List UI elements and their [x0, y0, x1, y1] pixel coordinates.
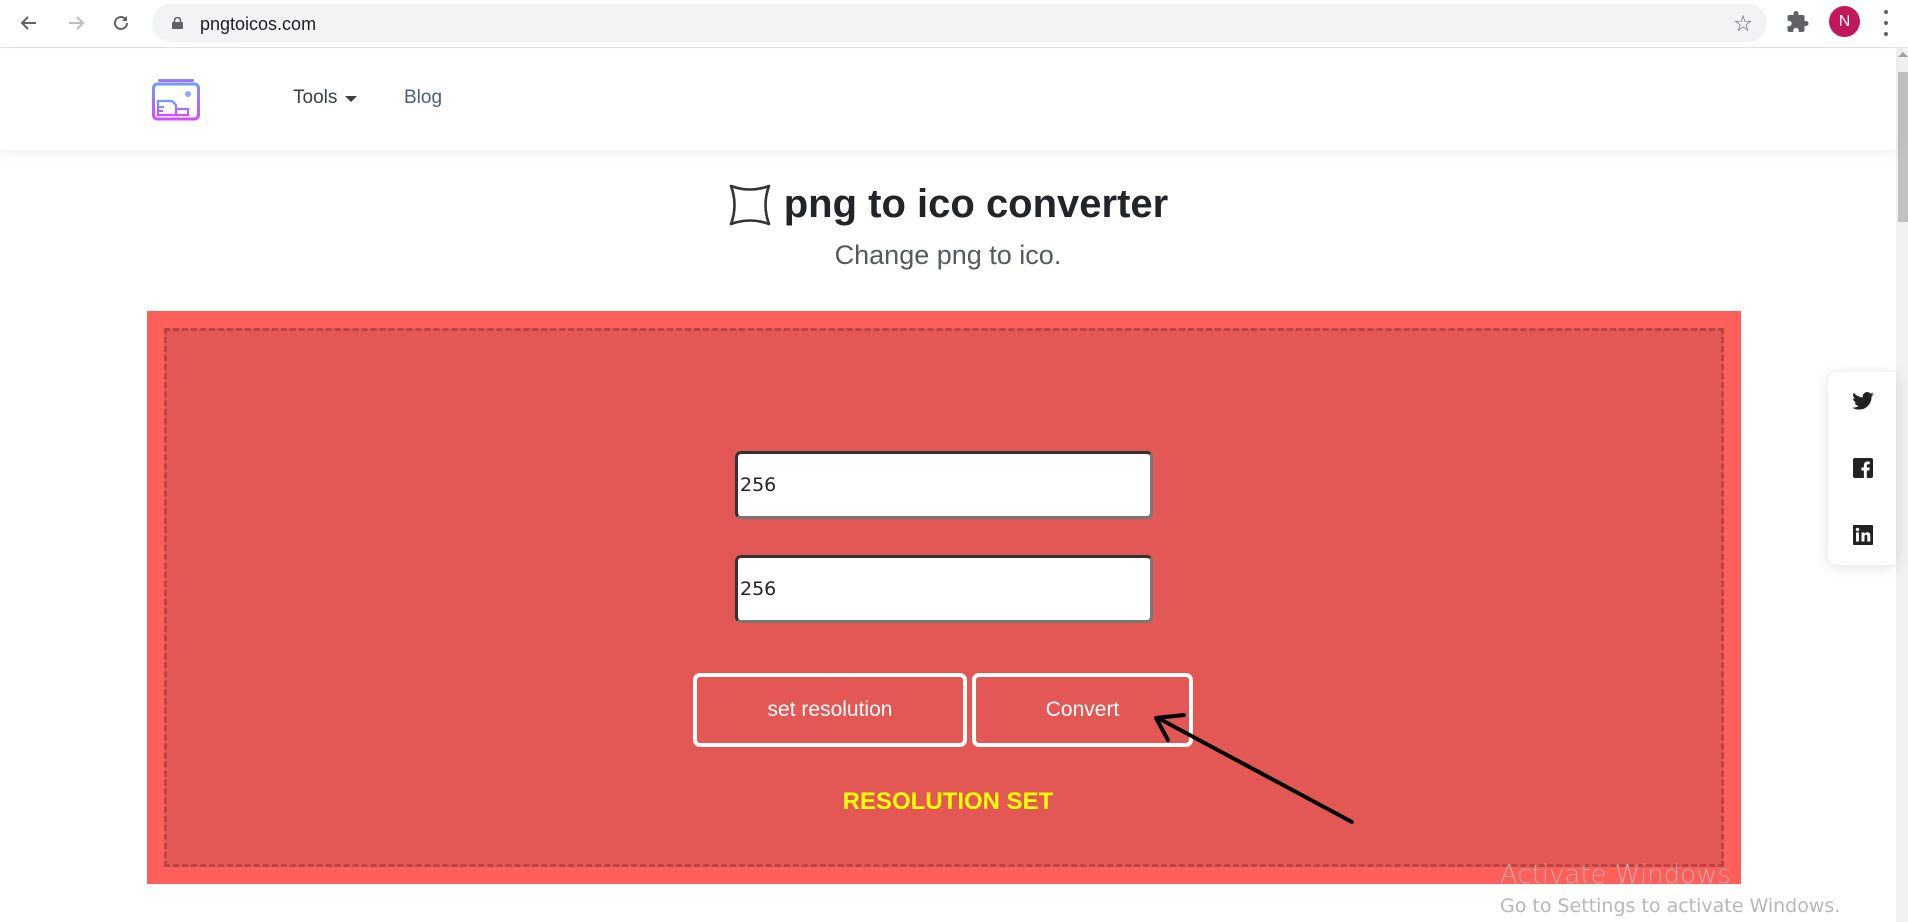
linkedin-icon[interactable] — [1852, 524, 1874, 546]
address-bar[interactable]: pngtoicos.com ☆ — [152, 4, 1767, 42]
lock-icon — [172, 17, 183, 29]
ico-shape-icon — [729, 184, 771, 225]
width-input[interactable] — [735, 451, 1153, 519]
profile-initial: N — [1838, 12, 1851, 30]
site-logo-icon[interactable] — [152, 79, 200, 121]
nav-tools-dropdown[interactable]: Tools — [293, 87, 358, 109]
nav-tools-label: Tools — [293, 87, 338, 108]
menu-icon[interactable] — [1882, 10, 1890, 36]
extensions-icon[interactable] — [1786, 10, 1810, 39]
browser-toolbar: pngtoicos.com ☆ N — [0, 0, 1908, 48]
forward-icon[interactable] — [61, 8, 91, 38]
scroll-thumb[interactable] — [1898, 72, 1908, 222]
hero-title: png to ico converter — [0, 182, 1896, 227]
bookmark-star-icon[interactable]: ☆ — [1733, 11, 1753, 37]
height-input[interactable] — [735, 555, 1153, 623]
page-title: png to ico converter — [783, 182, 1169, 226]
caret-down-icon — [345, 96, 358, 102]
windows-activation-watermark-text: Go to Settings to activate Windows. — [1500, 895, 1841, 917]
profile-avatar[interactable]: N — [1829, 6, 1860, 37]
social-share-bar — [1828, 372, 1896, 565]
nav-blog-link[interactable]: Blog — [404, 87, 442, 109]
convert-button[interactable]: Convert — [972, 673, 1193, 747]
back-icon[interactable] — [14, 8, 44, 38]
page-subtitle: Change png to ico. — [834, 240, 1062, 270]
set-resolution-button[interactable]: set resolution — [693, 673, 967, 747]
reload-icon[interactable] — [106, 8, 136, 38]
page-scrollbar[interactable] — [1896, 48, 1908, 922]
facebook-icon[interactable] — [1852, 457, 1874, 479]
url-text: pngtoicos.com — [200, 14, 317, 34]
windows-activation-watermark-title: Activate Windows — [1500, 860, 1731, 890]
site-header: Tools Blog — [0, 49, 1896, 150]
scroll-up-arrow-icon[interactable] — [1898, 52, 1908, 57]
twitter-icon[interactable] — [1852, 390, 1874, 412]
status-message: RESOLUTION SET — [842, 788, 1054, 815]
